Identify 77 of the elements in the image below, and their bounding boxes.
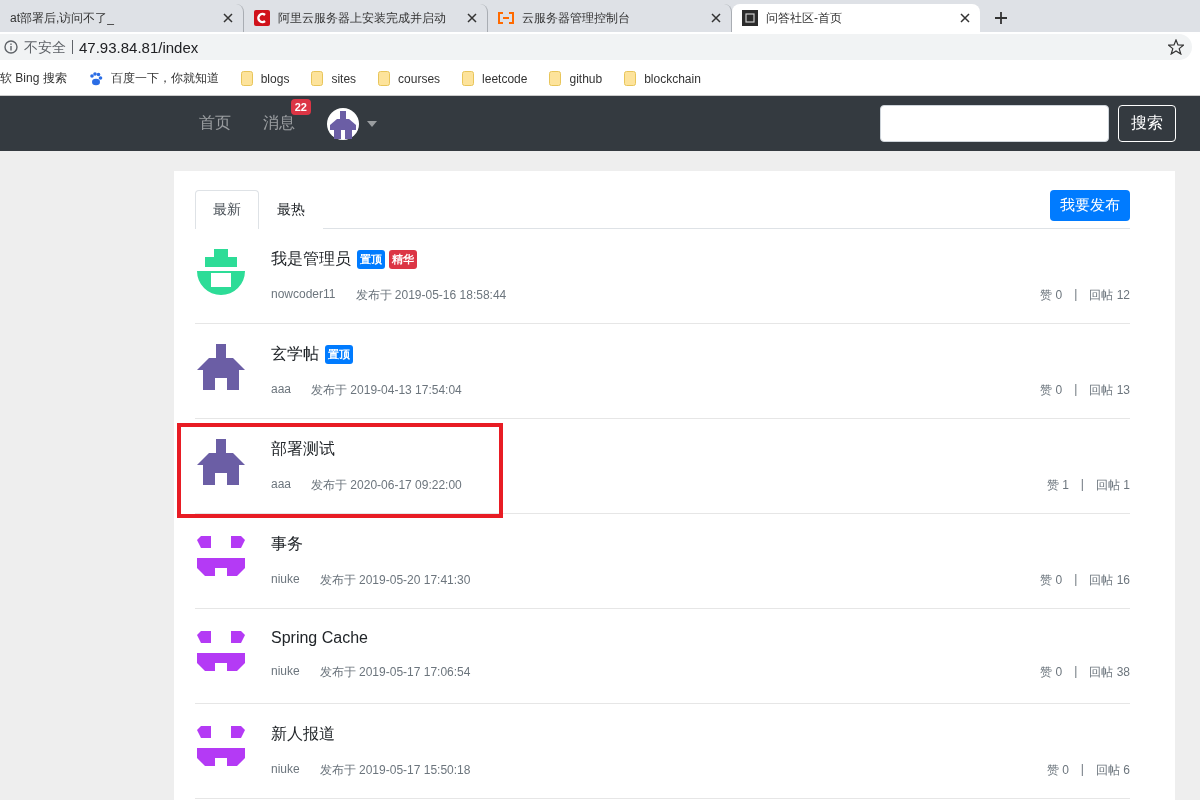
post-author: aaa: [271, 382, 292, 398]
info-icon[interactable]: [4, 40, 18, 54]
close-icon[interactable]: [960, 13, 970, 23]
bookmark[interactable]: sites: [311, 71, 357, 86]
message-count: 22: [290, 99, 311, 115]
post-time: 发布于 2019-04-13 17:54:04: [311, 382, 462, 399]
reply-count: 回帖 16: [1089, 572, 1130, 589]
post-title[interactable]: 新人报道: [271, 724, 335, 745]
reply-count: 回帖 38: [1089, 664, 1130, 681]
site-logo-icon: [742, 10, 758, 26]
address-bar[interactable]: 不安全 47.93.84.81/index: [0, 34, 1192, 60]
reply-count: 回帖 1: [1096, 477, 1130, 494]
like-count: 赞 0: [1040, 382, 1063, 399]
like-count: 赞 0: [1040, 664, 1063, 681]
bookmark[interactable]: 百度一下，你就知道: [88, 70, 219, 87]
post-time: 发布于 2019-05-16 18:58:44: [355, 287, 507, 304]
close-icon[interactable]: [223, 13, 233, 23]
post-author: aaa: [271, 477, 292, 493]
nav-link[interactable]: 消息: [263, 113, 295, 134]
search-button[interactable]: 搜索: [1118, 105, 1176, 142]
user-avatar-icon[interactable]: [327, 107, 359, 140]
folder-icon: [462, 71, 475, 86]
bookmark[interactable]: github: [549, 71, 603, 86]
post-author: nowcoder11: [271, 287, 336, 303]
star-icon[interactable]: [1168, 39, 1184, 55]
close-icon[interactable]: [467, 13, 477, 23]
like-count: 赞 0: [1040, 572, 1063, 589]
stat-separator: |: [1074, 664, 1078, 680]
post-title[interactable]: Spring Cache: [271, 629, 368, 647]
bookmark[interactable]: courses: [378, 71, 441, 86]
c-logo-icon: [254, 10, 270, 26]
post-title[interactable]: 部署测试: [271, 439, 335, 460]
like-count: 赞 0: [1046, 762, 1069, 779]
paw-icon: [88, 71, 103, 86]
post-tag: 置顶: [357, 250, 385, 269]
stat-separator: |: [1074, 382, 1078, 398]
search-field[interactable]: [880, 105, 1109, 142]
post-tag: 置顶: [325, 345, 353, 364]
new-tab-icon[interactable]: [994, 11, 1008, 25]
publish-button[interactable]: 我要发布: [1050, 190, 1130, 221]
post-time: 发布于 2019-05-17 15:50:18: [319, 762, 471, 779]
reply-count: 回帖 6: [1096, 762, 1130, 779]
post-title[interactable]: 事务: [271, 534, 303, 555]
like-count: 赞 0: [1040, 287, 1063, 304]
list-tab[interactable]: 最新: [195, 190, 259, 229]
bracket-logo-icon: [498, 12, 514, 24]
post-time: 发布于 2020-06-17 09:22:00: [311, 477, 462, 494]
bookmark[interactable]: blockchain: [624, 71, 701, 86]
reply-count: 回帖 13: [1089, 382, 1130, 399]
nav-link[interactable]: 首页: [199, 113, 231, 134]
caret-icon[interactable]: [367, 120, 377, 127]
bookmark[interactable]: blogs: [240, 71, 290, 86]
post-tag: 精华: [389, 250, 417, 269]
post-author: niuke: [271, 664, 300, 680]
stat-separator: |: [1080, 762, 1084, 778]
post-author: niuke: [271, 762, 300, 778]
like-count: 赞 1: [1046, 477, 1069, 494]
stat-separator: |: [1074, 572, 1078, 588]
post-author: niuke: [271, 572, 300, 588]
folder-icon: [378, 71, 391, 86]
post-title[interactable]: 玄学帖: [271, 344, 319, 365]
folder-icon: [311, 71, 324, 86]
post-time: 发布于 2019-05-17 17:06:54: [319, 664, 471, 681]
close-icon[interactable]: [711, 13, 721, 23]
avatar-icon[interactable]: [195, 439, 247, 487]
bookmark[interactable]: 软 Bing 搜索: [0, 70, 67, 87]
avatar-icon[interactable]: [195, 344, 247, 392]
stat-separator: |: [1080, 477, 1084, 493]
stat-separator: |: [1074, 287, 1078, 303]
post-title[interactable]: 我是管理员: [271, 249, 351, 270]
browser-tab[interactable]: 问答社区-首页: [732, 4, 980, 32]
folder-icon: [624, 71, 637, 86]
folder-icon: [549, 71, 562, 86]
post-time: 发布于 2019-05-20 17:41:30: [319, 572, 471, 589]
folder-icon: [240, 71, 253, 86]
reply-count: 回帖 12: [1089, 287, 1130, 304]
bookmark[interactable]: leetcode: [462, 71, 528, 86]
